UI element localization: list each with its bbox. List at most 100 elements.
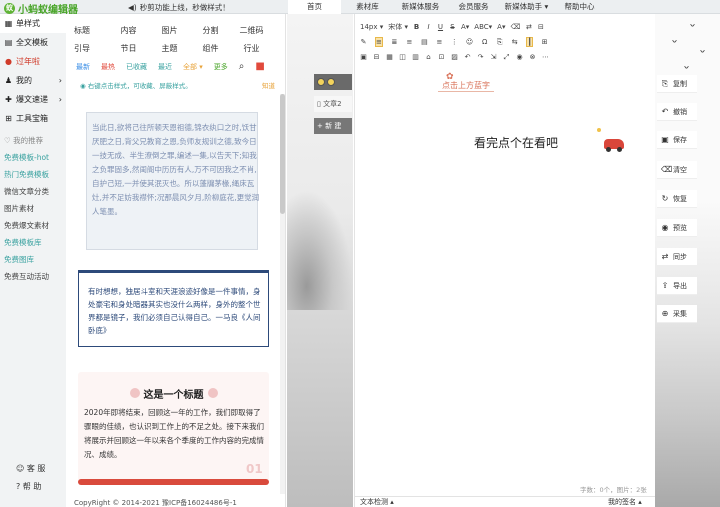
sidebar-item-toolbox[interactable]: ⊞ 工具宝箱 bbox=[0, 109, 66, 128]
panel-scroll-thumb[interactable] bbox=[280, 94, 285, 214]
tab-help-center[interactable]: 帮助中心 bbox=[553, 0, 606, 14]
document-canvas[interactable] bbox=[357, 66, 654, 486]
columns-icon[interactable]: ▥ bbox=[412, 53, 419, 61]
font-color-icon[interactable]: A▾ bbox=[461, 23, 469, 31]
sync-button[interactable]: ⇄ 同步 bbox=[657, 248, 697, 266]
sidebar-link-article-category[interactable]: 微信文章分类 bbox=[0, 183, 66, 200]
document-heading[interactable]: 看完点个在看吧 bbox=[474, 134, 558, 151]
sidebar-item-new-year[interactable]: ● 过年啦 bbox=[0, 52, 66, 71]
list-icon[interactable]: ⋮ bbox=[451, 38, 458, 46]
category-industry[interactable]: 行业 bbox=[231, 40, 272, 58]
italic-icon[interactable]: I bbox=[425, 23, 432, 31]
tab-home[interactable]: 首页 bbox=[288, 0, 341, 14]
expand-icon[interactable]: ⤢ bbox=[503, 53, 510, 62]
line-height-icon[interactable]: ≡ bbox=[436, 38, 443, 46]
filter-all-dropdown[interactable]: 全部 ▾ bbox=[183, 62, 203, 72]
align-center-icon[interactable]: ≣ bbox=[391, 38, 398, 46]
bold-icon[interactable]: B bbox=[413, 23, 420, 31]
align-left-icon[interactable]: ≡ bbox=[375, 37, 383, 47]
justify-icon[interactable]: ▤ bbox=[421, 38, 428, 46]
palette-icon[interactable]: ■ bbox=[255, 61, 264, 72]
sidebar-link-free-template-hot[interactable]: 免费模板-hot bbox=[0, 149, 66, 166]
tab-materials[interactable]: 素材库 bbox=[341, 0, 394, 14]
category-title[interactable]: 标题 bbox=[74, 22, 108, 40]
sidebar-item-full-template[interactable]: ▤ 全文模板 bbox=[0, 33, 66, 52]
sidebar-link-image-material[interactable]: 图片素材 bbox=[0, 200, 66, 217]
tab-media-service[interactable]: 新媒体服务 bbox=[394, 0, 447, 14]
filter-more[interactable]: 更多 bbox=[214, 62, 228, 72]
copy-button[interactable]: ⎘ 复制 bbox=[657, 75, 697, 93]
tab-member-service[interactable]: 会员服务 bbox=[447, 0, 500, 14]
record-icon[interactable]: ◉ bbox=[516, 53, 523, 61]
sidebar-link-free-gallery[interactable]: 免费图库 bbox=[0, 251, 66, 268]
notice-banner[interactable]: ◀) 秒剪功能上线，秒做样式！ bbox=[128, 2, 230, 13]
category-divider[interactable]: 分割 bbox=[190, 22, 231, 40]
clear-button[interactable]: ⌫ 清空 bbox=[657, 161, 697, 179]
category-qrcode[interactable]: 二维码 bbox=[231, 22, 272, 40]
save-button[interactable]: ▣ 保存 bbox=[657, 131, 697, 149]
filter-hottest[interactable]: 最热 bbox=[101, 62, 115, 72]
collect-button[interactable]: ⊕ 采集 bbox=[657, 305, 697, 323]
preview-button[interactable]: ◉ 预览 bbox=[657, 219, 697, 237]
restore-button[interactable]: ↻ 恢复 bbox=[657, 190, 697, 208]
tab-media-assistant[interactable]: 新媒体助手 ▾ bbox=[500, 0, 553, 14]
document-item-active[interactable] bbox=[314, 74, 352, 90]
fullscreen-icon[interactable]: ⊟ bbox=[537, 23, 544, 31]
emoji-icon[interactable]: ☺ bbox=[466, 38, 473, 46]
sidebar-item-mine[interactable]: ♟ 我的 › bbox=[0, 71, 66, 90]
filter-favorited[interactable]: 已收藏 bbox=[126, 62, 147, 72]
indent-icon[interactable]: ⇆ bbox=[511, 38, 518, 46]
signature-button[interactable]: 我的签名 ▴ bbox=[608, 497, 642, 507]
direction-icon[interactable]: ⇄ bbox=[525, 23, 532, 31]
sidebar-link-free-template-lib[interactable]: 免费模板库 bbox=[0, 234, 66, 251]
category-theme[interactable]: 主题 bbox=[149, 40, 190, 58]
category-guide[interactable]: 引导 bbox=[74, 40, 108, 58]
undo-button[interactable]: ↶ 撤销 bbox=[657, 103, 697, 121]
sidebar-link-my-recommend[interactable]: ♡ 我的推荐 bbox=[0, 132, 66, 149]
paste-icon[interactable]: ⎘ bbox=[496, 38, 503, 47]
undo-icon[interactable]: ↶ bbox=[464, 53, 471, 61]
table-icon[interactable]: ⊞ bbox=[541, 38, 548, 46]
category-content[interactable]: 内容 bbox=[108, 22, 149, 40]
video-icon[interactable]: ⊟ bbox=[373, 53, 380, 61]
gallery-icon[interactable]: ▦ bbox=[386, 53, 393, 61]
frame-icon[interactable]: ⊡ bbox=[438, 53, 445, 61]
font-size-select[interactable]: 14px ▾ bbox=[360, 23, 383, 31]
underline-icon[interactable]: U bbox=[437, 23, 444, 31]
category-component[interactable]: 组件 bbox=[190, 40, 231, 58]
special-char-icon[interactable]: Ω bbox=[481, 38, 488, 46]
category-festival[interactable]: 节日 bbox=[108, 40, 149, 58]
filter-recent[interactable]: 最近 bbox=[158, 62, 172, 72]
category-image[interactable]: 图片 bbox=[149, 22, 190, 40]
layout-icon[interactable]: ◫ bbox=[399, 53, 406, 61]
search-icon[interactable]: ⌕ bbox=[239, 61, 245, 72]
hint-dismiss[interactable]: 知道 bbox=[262, 80, 275, 90]
font-family-select[interactable]: 宋体 ▾ bbox=[388, 22, 408, 32]
sidebar-link-free-viral-material[interactable]: 免费爆文素材 bbox=[0, 217, 66, 234]
text-case-icon[interactable]: ABC▾ bbox=[474, 23, 492, 31]
highlight-color-icon[interactable]: A▾ bbox=[497, 23, 505, 31]
home-icon[interactable]: ⌂ bbox=[425, 53, 432, 61]
sidebar-item-viral-articles[interactable]: ✚ 爆文速递 › bbox=[0, 90, 66, 109]
new-document-button[interactable]: + 新 建 bbox=[314, 118, 352, 134]
sidebar-item-single-style[interactable]: ▦ 单样式 bbox=[0, 14, 66, 33]
document-title[interactable]: 点击上方蓝字 bbox=[438, 80, 494, 92]
format-brush-icon[interactable]: ✎ bbox=[360, 38, 367, 46]
sidebar-link-free-interactive[interactable]: 免费互动活动 bbox=[0, 268, 66, 285]
text-check-button[interactable]: 文本检测 ▴ bbox=[360, 497, 394, 507]
customer-service-button[interactable]: ☺ 客 服 bbox=[0, 460, 66, 478]
export-button[interactable]: ⇪ 导出 bbox=[657, 277, 697, 295]
image-icon[interactable]: ▣ bbox=[360, 53, 367, 61]
sidebar-link-hot-free-template[interactable]: 热门免费模板 bbox=[0, 166, 66, 183]
help-button[interactable]: ? 帮 助 bbox=[0, 478, 66, 496]
divider-icon[interactable]: ┃ bbox=[526, 37, 534, 47]
filter-newest[interactable]: 最新 bbox=[76, 62, 90, 72]
clear-format-icon[interactable]: ⌫ bbox=[510, 23, 520, 31]
export-icon[interactable]: ⇲ bbox=[490, 53, 497, 61]
redo-icon[interactable]: ↷ bbox=[477, 53, 484, 61]
align-right-icon[interactable]: ≡ bbox=[406, 38, 413, 46]
more-icon[interactable]: ⋯ bbox=[542, 53, 549, 61]
background-icon[interactable]: ▨ bbox=[451, 53, 458, 61]
document-item[interactable]: ▯ 文章2 bbox=[314, 96, 352, 112]
strikethrough-icon[interactable]: S bbox=[449, 23, 456, 31]
